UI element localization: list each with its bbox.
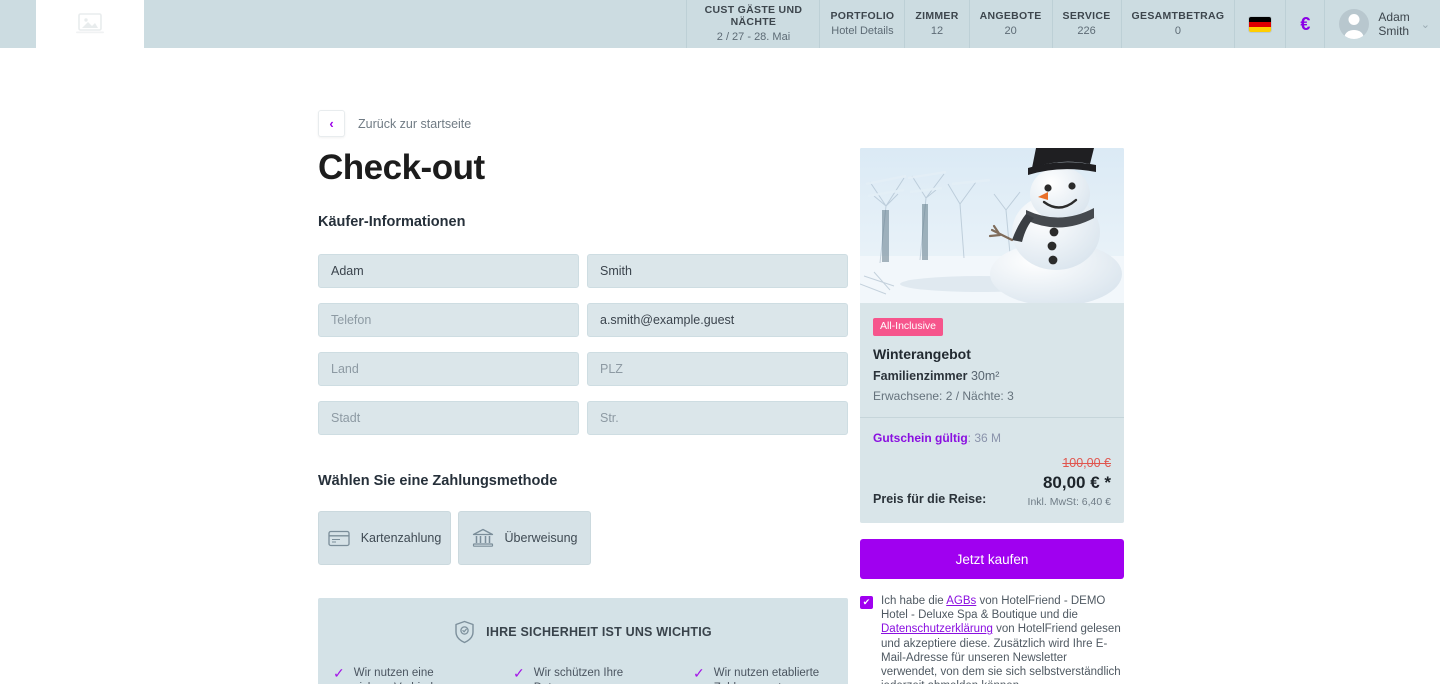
- payment-method-card[interactable]: Kartenzahlung: [318, 511, 451, 565]
- top-bar-gap: [144, 0, 686, 48]
- currency-switcher[interactable]: €: [1285, 0, 1324, 48]
- german-flag-icon: [1249, 16, 1272, 32]
- payment-method-label: Kartenzahlung: [360, 531, 442, 545]
- city-field[interactable]: [318, 401, 579, 435]
- old-price: 100,00 €: [1062, 456, 1111, 470]
- user-name: Adam Smith: [1378, 10, 1409, 38]
- top-bar: CUST GÄSTE UND NÄCHTE 2 / 27 - 28. Mai P…: [0, 0, 1440, 48]
- phone-field[interactable]: [318, 303, 579, 337]
- zip-field[interactable]: [587, 352, 848, 386]
- chevron-down-icon: ⌄: [1420, 18, 1430, 31]
- language-switcher[interactable]: [1234, 0, 1285, 48]
- offer-details: All-Inclusive Winterangebot Familienzimm…: [860, 303, 1124, 417]
- stat-value: 226: [1077, 25, 1096, 37]
- country-field[interactable]: [318, 352, 579, 386]
- user-menu[interactable]: Adam Smith ⌄: [1324, 0, 1440, 48]
- voucher-label: Gutschein gültig: [873, 431, 968, 445]
- snowman-illustration: [860, 148, 1124, 303]
- payment-method-options: Kartenzahlung Überweisung: [318, 511, 848, 565]
- back-navigation: ‹ Zurück zur startseite: [318, 110, 471, 137]
- user-first-name: Adam: [1378, 10, 1410, 24]
- stat-rooms[interactable]: ZIMMER 12: [904, 0, 968, 48]
- euro-icon: €: [1300, 13, 1311, 34]
- stat-label: GESAMTBETRAG: [1131, 10, 1225, 22]
- terms-link-privacy[interactable]: Datenschutzerklärung: [881, 623, 993, 635]
- stat-value: 12: [930, 25, 944, 37]
- credit-card-icon: [328, 530, 350, 546]
- buyer-info-title: Käufer-Informationen: [318, 214, 466, 230]
- stat-value: Hotel Details: [831, 25, 894, 37]
- price-section: Gutschein gültig: 36 M Preis für die Rei…: [860, 417, 1124, 523]
- security-item-label: Wir nutzen eine sichere Verbindung.: [353, 667, 456, 684]
- stat-total-amount[interactable]: GESAMTBETRAG 0: [1120, 0, 1235, 48]
- stat-value: 2 / 27 - 28. Mai: [716, 31, 791, 43]
- stat-group: CUST GÄSTE UND NÄCHTE 2 / 27 - 28. Mai P…: [686, 0, 1234, 48]
- stat-label: PORTFOLIO: [830, 10, 895, 22]
- stat-value: 20: [1004, 25, 1017, 37]
- stat-label: CUST GÄSTE UND NÄCHTE: [704, 4, 803, 28]
- offer-badge: All-Inclusive: [873, 318, 944, 336]
- security-banner-items: ✓ Wir nutzen eine sichere Verbindung. ✓ …: [333, 666, 833, 684]
- security-banner: IHRE SICHERHEIT IST UNS WICHTIG ✓ Wir nu…: [318, 598, 848, 684]
- security-banner-title: IHRE SICHERHEIT IST UNS WICHTIG: [486, 625, 712, 639]
- payment-method-label: Überweisung: [504, 531, 578, 545]
- payment-method-title: Wählen Sie eine Zahlungsmethode: [318, 473, 558, 489]
- terms-link-agb[interactable]: AGBs: [946, 595, 976, 607]
- price-row: Preis für die Reise: 100,00 € 80,00 € * …: [873, 456, 1111, 508]
- security-item: ✓ Wir nutzen etablierte Zahlungssysteme.: [693, 666, 833, 684]
- price-label: Preis für die Reise:: [873, 492, 987, 506]
- stat-label: ZIMMER: [915, 10, 959, 22]
- check-icon: ✓: [333, 665, 345, 681]
- security-banner-header: IHRE SICHERHEIT IST UNS WICHTIG: [454, 620, 712, 644]
- logo-spacer: [0, 0, 36, 48]
- voucher-value: : 36 M: [967, 431, 1002, 445]
- stat-offers[interactable]: ANGEBOTE 20: [968, 0, 1052, 48]
- stat-label: ANGEBOTE: [979, 10, 1042, 22]
- vat-note: Inkl. MwSt: 6,40 €: [1027, 496, 1111, 508]
- terms-consent: ✔ Ich habe die AGBs von HotelFriend - DE…: [860, 594, 1124, 684]
- email-field[interactable]: [587, 303, 848, 337]
- back-link-label[interactable]: Zurück zur startseite: [358, 117, 471, 131]
- room-size: 30m²: [970, 369, 1000, 383]
- first-name-field[interactable]: [318, 254, 579, 288]
- stat-portfolio[interactable]: PORTFOLIO Hotel Details: [819, 0, 904, 48]
- avatar: [1339, 9, 1370, 39]
- street-field[interactable]: [587, 401, 848, 435]
- shield-icon: [455, 620, 474, 644]
- back-button[interactable]: ‹: [318, 110, 345, 137]
- room-type: Familienzimmer: [873, 369, 968, 383]
- security-item-label: Wir schützen Ihre Daten.: [533, 667, 624, 684]
- order-summary-column: All-Inclusive Winterangebot Familienzimm…: [860, 148, 1124, 684]
- checkout-form-column: Käufer-Informationen Wählen Sie eine Zah…: [318, 214, 848, 684]
- terms-text: Ich habe die AGBs von HotelFriend - DEMO…: [881, 594, 1124, 684]
- terms-checkbox[interactable]: ✔: [860, 596, 873, 609]
- offer-name: Winterangebot: [873, 346, 971, 362]
- buy-now-button[interactable]: Jetzt kaufen: [860, 539, 1124, 579]
- stat-label: SERVICE: [1062, 10, 1111, 22]
- page-title: Check-out: [318, 148, 485, 187]
- occupancy-line: Erwachsene: 2 / Nächte: 3: [873, 389, 1014, 403]
- hotel-logo[interactable]: [36, 0, 144, 48]
- check-icon: ✓: [513, 665, 525, 681]
- terms-part-1: Ich habe die: [881, 595, 947, 607]
- bank-icon: [472, 528, 493, 547]
- new-price: 80,00 € *: [1042, 473, 1111, 492]
- check-icon: ✓: [693, 665, 705, 681]
- stat-guests-nights[interactable]: CUST GÄSTE UND NÄCHTE 2 / 27 - 28. Mai: [686, 0, 819, 48]
- price-values: 100,00 € 80,00 € * Inkl. MwSt: 6,40 €: [1028, 456, 1111, 508]
- security-item-label: Wir nutzen etablierte Zahlungssysteme.: [713, 667, 820, 684]
- payment-method-transfer[interactable]: Überweisung: [458, 511, 591, 565]
- last-name-field[interactable]: [587, 254, 848, 288]
- room-line: Familienzimmer 30m²: [873, 369, 1111, 383]
- security-item: ✓ Wir nutzen eine sichere Verbindung.: [333, 666, 473, 684]
- stat-service[interactable]: SERVICE 226: [1051, 0, 1121, 48]
- offer-hero-image: [860, 148, 1124, 303]
- stat-value: 0: [1174, 25, 1182, 37]
- order-summary-card: All-Inclusive Winterangebot Familienzimm…: [860, 148, 1124, 523]
- buyer-info-form: [318, 254, 848, 435]
- user-last-name: Smith: [1378, 24, 1410, 38]
- image-placeholder-icon: [76, 13, 104, 34]
- security-item: ✓ Wir schützen Ihre Daten.: [513, 666, 653, 684]
- voucher-line: Gutschein gültig: 36 M: [873, 431, 1111, 445]
